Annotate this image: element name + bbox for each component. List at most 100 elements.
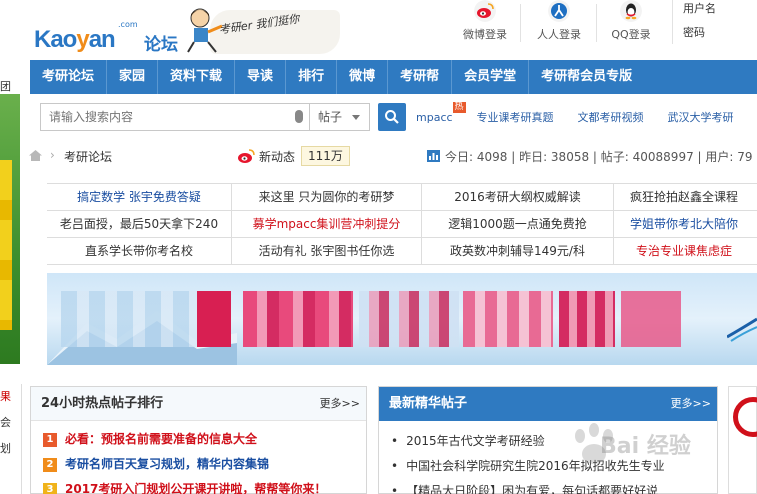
microphone-icon[interactable] [295, 110, 303, 123]
banner-blur [197, 291, 231, 347]
quick-link-mpacc[interactable]: mpacc 热 [416, 101, 466, 124]
ad-link[interactable]: 募学mpacc集训营冲刺提分 [232, 211, 422, 237]
left-ad-graphic [0, 160, 12, 330]
baidu-watermark-text: Bai 经验 [600, 434, 691, 459]
ad-link[interactable]: 政英数冲刺辅导149元/科 [422, 238, 614, 264]
list-item[interactable]: 3 2017考研入门规划公开课开讲啦，帮帮等你来！ [43, 477, 366, 494]
site-header: Kaoyan .com 论坛 考研er 我们挺你 微博登录 人人登录 QQ登录 … [0, 0, 757, 60]
rank-badge: 2 [43, 458, 57, 472]
rank-badge: 3 [43, 483, 57, 494]
hot-posts-header: 24小时热点帖子排行 更多>> [31, 387, 366, 421]
qq-login-label: QQ登录 [611, 28, 651, 41]
hot-posts-panel: 24小时热点帖子排行 更多>> 1 必看：预报名前需要准备的信息大全 2 考研名师百… [30, 386, 367, 494]
password-label[interactable]: 密码 [683, 24, 757, 44]
left-link[interactable]: 会 [0, 410, 21, 436]
banner-blur [61, 291, 211, 347]
search-scope-value: 帖子 [318, 110, 343, 124]
nav-item-weibo[interactable]: 微博 [337, 60, 389, 94]
nav-item-downloads[interactable]: 资料下载 [158, 60, 236, 94]
login-divider [596, 4, 597, 42]
logo-com: .com [118, 20, 138, 29]
hot-posts-list: 1 必看：预报名前需要准备的信息大全 2 考研名师百天复习规划，精华内容集锦 3 20… [31, 421, 366, 494]
logo-wordmark: Kaoyan [34, 26, 116, 53]
post-title[interactable]: 必看：预报名前需要准备的信息大全 [65, 432, 257, 446]
search-input[interactable] [41, 104, 309, 130]
post-title[interactable]: 考研名师百天复习规划，精华内容集锦 [65, 457, 269, 471]
site-logo[interactable]: Kaoyan .com 论坛 考研er 我们挺你 [34, 6, 340, 58]
news-count-badge: 111万 [301, 146, 350, 166]
nav-item-forum[interactable]: 考研论坛 [30, 60, 108, 94]
ad-link-grid: 搞定数学 张宇免费答疑 来这里 只为圆你的考研梦 2016考研大纲权威解读 疯狂… [47, 183, 757, 265]
qq-login-button[interactable]: QQ登录 [608, 0, 654, 44]
ad-link[interactable]: 老吕面授，最后50天拿下240 [47, 211, 232, 237]
left-side-ad-text: 团 [0, 80, 11, 93]
banner-blur [559, 291, 615, 347]
banner-blur [463, 291, 553, 347]
ad-link[interactable]: 直系学长带你考名校 [47, 238, 232, 264]
ad-link[interactable]: 活动有礼 张宇图书任你选 [232, 238, 422, 264]
home-icon[interactable] [29, 150, 42, 161]
nav-item-ranking[interactable]: 排行 [286, 60, 338, 94]
list-item[interactable]: 2 考研名师百天复习规划，精华内容集锦 [43, 452, 366, 477]
nav-item-kaoyanbang[interactable]: 考研帮 [388, 60, 453, 94]
nav-item-guide[interactable]: 导读 [235, 60, 287, 94]
search-box [40, 103, 310, 131]
main-nav: 考研论坛 家园 资料下载 导读 排行 微博 考研帮 会员学堂 考研帮会员专版 [30, 60, 757, 94]
renren-login-button[interactable]: 人人登录 [534, 0, 584, 44]
forum-stats: 今日: 4098 | 昨日: 38058 | 帖子: 40088997 | 用户… [427, 148, 753, 165]
banner-blur [621, 291, 681, 347]
nav-item-member-section[interactable]: 考研帮会员专版 [529, 60, 644, 94]
qq-penguin-icon [620, 0, 642, 22]
ad-link[interactable]: 专治专业课焦虑症 [614, 238, 754, 264]
banner-blur [243, 291, 353, 347]
ad-link[interactable]: 2016考研大纲权威解读 [422, 184, 614, 210]
renren-login-label: 人人登录 [537, 28, 581, 41]
ad-link[interactable]: 疯狂抢拍赵鑫全课程 [614, 184, 754, 210]
nav-item-home[interactable]: 家园 [107, 60, 159, 94]
weibo-icon [238, 149, 255, 163]
login-form: 用户名 密码 [672, 0, 757, 44]
essence-posts-header: 最新精华帖子 更多>> [379, 387, 717, 421]
breadcrumb: › 考研论坛 新动态 111万 今日: 4098 | 昨日: 38058 | 帖… [20, 142, 757, 170]
quick-links: mpacc 热 专业课考研真题 文都考研视频 武汉大学考研 [416, 101, 757, 131]
hot-posts-title: 24小时热点帖子排行 [41, 396, 164, 411]
ad-link[interactable]: 逻辑1000题一点通免费抢 [422, 211, 614, 237]
list-item[interactable]: 1 必看：预报名前需要准备的信息大全 [43, 427, 366, 452]
search-scope-select[interactable]: 帖子 [310, 103, 370, 131]
quick-link-wendu-videos[interactable]: 文都考研视频 [578, 109, 644, 125]
forum-stats-text: 今日: 4098 | 昨日: 38058 | 帖子: 40088997 | 用户… [445, 150, 753, 164]
logo-forum-text: 论坛 [144, 35, 178, 55]
left-side-links: 果 会 划 [0, 384, 22, 494]
breadcrumb-separator: › [50, 148, 55, 162]
hot-badge: 热 [452, 101, 466, 113]
hot-posts-more-link[interactable]: 更多>> [320, 387, 360, 421]
quick-link-past-papers[interactable]: 专业课考研真题 [477, 109, 554, 125]
promo-banner[interactable] [47, 273, 757, 365]
ad-link[interactable]: 来这里 只为圆你的考研梦 [232, 184, 422, 210]
username-label[interactable]: 用户名 [683, 0, 757, 20]
news-feed-label: 新动态 [259, 149, 296, 164]
right-side-ad[interactable] [728, 386, 757, 494]
weibo-login-button[interactable]: 微博登录 [460, 0, 510, 44]
left-side-ad[interactable] [0, 94, 20, 364]
search-button[interactable] [378, 103, 406, 131]
weibo-login-label: 微博登录 [463, 28, 507, 41]
breadcrumb-current[interactable]: 考研论坛 [64, 148, 112, 165]
ad-row: 直系学长带你考名校 活动有礼 张宇图书任你选 政英数冲刺辅导149元/科 专治专… [47, 238, 757, 265]
weibo-icon [474, 0, 496, 22]
left-link[interactable]: 划 [0, 436, 21, 462]
news-feed[interactable]: 新动态 111万 [237, 146, 350, 166]
post-title[interactable]: 2017考研入门规划公开课开讲啦，帮帮等你来！ [65, 482, 326, 494]
rank-badge: 1 [43, 433, 57, 447]
right-ad-graphic [733, 397, 757, 437]
list-item[interactable]: 【精品大日阶段】困为有爱，每句话都要好好说 [391, 479, 717, 494]
nav-item-member-school[interactable]: 会员学堂 [452, 60, 530, 94]
banner-blur [359, 291, 459, 347]
essence-posts-more-link[interactable]: 更多>> [671, 387, 711, 421]
left-link[interactable]: 果 [0, 384, 21, 410]
ad-row: 搞定数学 张宇免费答疑 来这里 只为圆你的考研梦 2016考研大纲权威解读 疯狂… [47, 184, 757, 211]
quick-link-whu[interactable]: 武汉大学考研 [668, 109, 734, 125]
ad-link[interactable]: 搞定数学 张宇免费答疑 [47, 184, 232, 210]
ad-link[interactable]: 学姐带你考北大陪你 [614, 211, 754, 237]
ad-row: 老吕面授，最后50天拿下240 募学mpacc集训营冲刺提分 逻辑1000题一点… [47, 211, 757, 238]
